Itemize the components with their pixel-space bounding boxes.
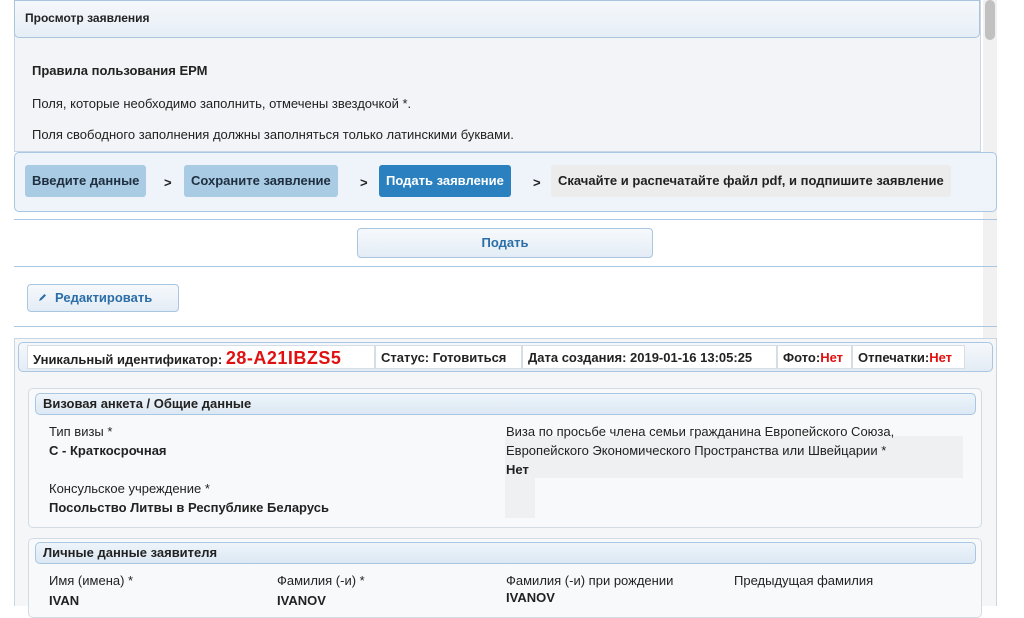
rules-line-1: Поля, которые необходимо заполнить, отме…	[32, 96, 412, 111]
name-label: Имя (имена) *	[49, 573, 134, 588]
step-save-application: Сохраните заявление	[184, 165, 338, 197]
submit-button[interactable]: Подать	[357, 228, 653, 258]
photo-label: Фото:	[783, 350, 821, 365]
scrollbar-thumb[interactable]	[985, 0, 995, 40]
personal-section-title: Личные данные заявителя	[35, 542, 976, 564]
unique-id-label: Уникальный идентификатор:	[33, 352, 223, 367]
divider	[14, 266, 997, 267]
divider	[14, 326, 997, 327]
unique-id: Уникальный идентификатор: 28-A21IBZS5	[27, 345, 375, 369]
edit-button[interactable]: Редактировать	[27, 284, 179, 312]
consulate-label: Консульское учреждение *	[49, 481, 210, 496]
rules-title: Правила пользования ЕРМ	[32, 63, 208, 78]
status-field: Статус: Готовиться	[375, 345, 522, 369]
step-submit-application: Подать заявление	[379, 165, 511, 197]
visa-type-label: Тип визы *	[49, 424, 113, 439]
step-arrow: >	[360, 175, 368, 190]
prints-value: Нет	[929, 350, 953, 365]
birth-surname-value: IVANOV	[506, 590, 555, 605]
created-date: Дата создания: 2019-01-16 13:05:25	[522, 345, 777, 369]
consulate-value: Посольство Литвы в Республике Беларусь	[49, 500, 329, 515]
field-shade	[505, 478, 535, 518]
visa-section-title: Визовая анкета / Общие данные	[35, 393, 976, 415]
family-member-label-line2: Европейского Экономического Пространства…	[506, 443, 887, 458]
family-member-label-line1: Виза по просьбе члена семьи гражданина Е…	[506, 424, 895, 439]
step-download-pdf: Скачайте и распечатайте файл pdf, и подп…	[551, 165, 951, 197]
photo-value: Нет	[820, 350, 844, 365]
divider	[14, 219, 997, 220]
photo-status: Фото:Нет	[777, 345, 852, 369]
step-enter-data: Введите данные	[25, 165, 147, 197]
step-arrow: >	[533, 175, 541, 190]
unique-id-value: 28-A21IBZS5	[225, 348, 342, 368]
family-member-value: Нет	[506, 462, 529, 477]
pencil-icon	[38, 286, 47, 312]
edit-button-label: Редактировать	[55, 290, 153, 305]
birth-surname-label: Фамилия (-и) при рождении	[506, 573, 674, 588]
prints-label: Отпечатки:	[858, 350, 930, 365]
visa-type-value: C - Краткосрочная	[49, 443, 167, 458]
page-title: Просмотр заявления	[14, 0, 980, 38]
surname-label: Фамилия (-и) *	[277, 573, 365, 588]
prints-status: Отпечатки:Нет	[852, 345, 965, 369]
step-arrow: >	[164, 175, 172, 190]
rules-line-2: Поля свободного заполнения должны заполн…	[32, 127, 514, 142]
previous-surname-label: Предыдущая фамилия	[734, 573, 874, 588]
